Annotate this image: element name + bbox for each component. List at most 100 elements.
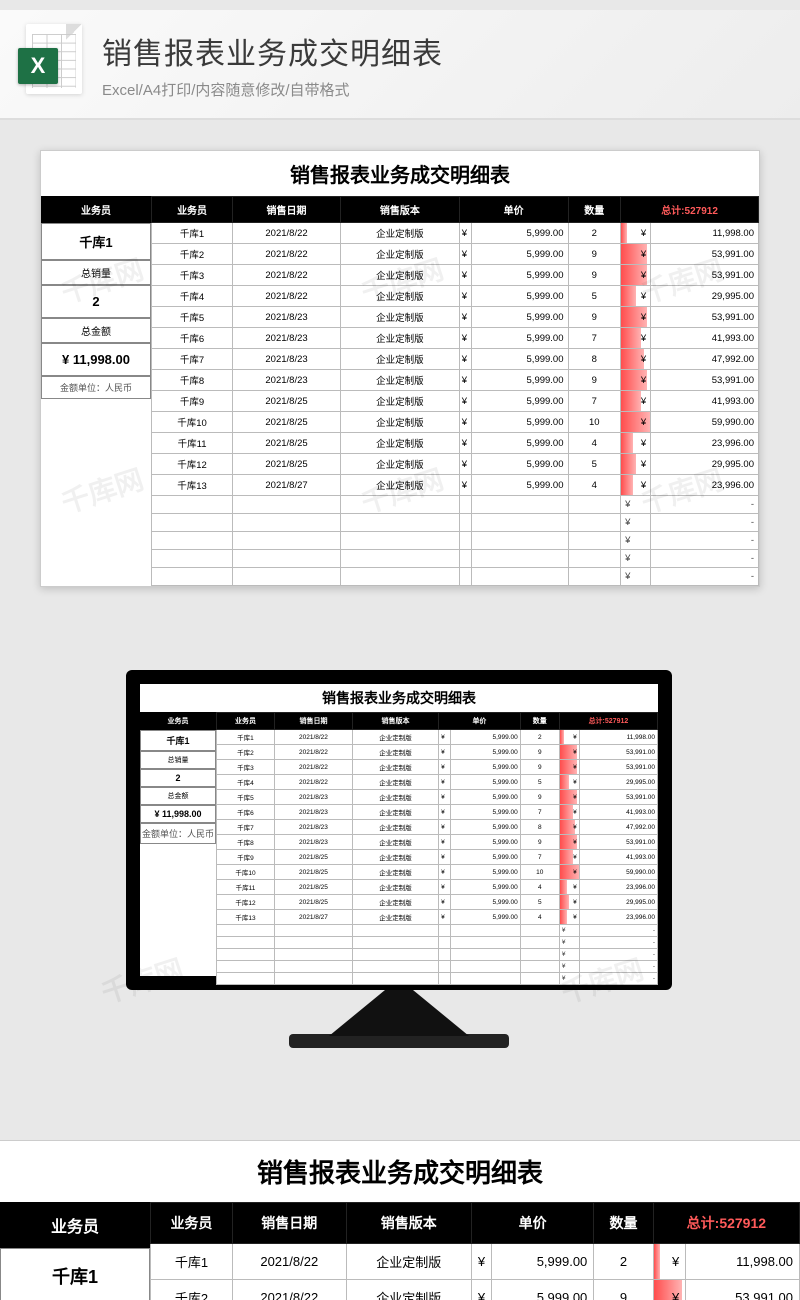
table-row[interactable]: 千库132021/8/27企业定制版¥5,999.004¥23,996.00 xyxy=(217,910,658,925)
table-row[interactable]: 千库52021/8/23企业定制版¥5,999.009¥53,991.00 xyxy=(152,307,759,328)
selected-rep[interactable]: 千库1 xyxy=(140,730,216,751)
excel-file-icon: X xyxy=(18,24,88,104)
col-header: 销售版本 xyxy=(346,1203,471,1244)
cell-qty: 2 xyxy=(520,730,559,745)
table-row[interactable]: 千库92021/8/25企业定制版¥5,999.007¥41,993.00 xyxy=(152,391,759,412)
cell-version: 企业定制版 xyxy=(340,370,459,391)
yen-symbol: ¥ xyxy=(459,265,471,286)
cell-price: 5,999.00 xyxy=(471,412,568,433)
cell-amount-value: 53,991.00 xyxy=(686,1280,800,1300)
cell-date: 2021/8/22 xyxy=(233,223,341,244)
cell-amount: ¥ xyxy=(559,865,579,880)
cell-version: 企业定制版 xyxy=(352,835,438,850)
table-row[interactable]: 千库112021/8/25企业定制版¥5,999.004¥23,996.00 xyxy=(217,880,658,895)
cell-rep: 千库11 xyxy=(152,433,233,454)
table-row[interactable]: 千库12021/8/22企业定制版¥5,999.002¥11,998.00 xyxy=(151,1244,800,1280)
sidebar-header: 业务员 xyxy=(41,196,151,223)
cell-version: 企业定制版 xyxy=(340,286,459,307)
selected-rep[interactable]: 千库1 xyxy=(0,1248,150,1300)
col-header: 业务员 xyxy=(152,197,233,223)
table-row-empty: ¥- xyxy=(217,925,658,937)
yen-symbol: ¥ xyxy=(459,370,471,391)
cell-qty: 8 xyxy=(568,349,621,370)
table-row[interactable]: 千库52021/8/23企业定制版¥5,999.009¥53,991.00 xyxy=(217,790,658,805)
table-row[interactable]: 千库82021/8/23企业定制版¥5,999.009¥53,991.00 xyxy=(152,370,759,391)
table-row[interactable]: 千库22021/8/22企业定制版¥5,999.009¥53,991.00 xyxy=(152,244,759,265)
cell-date: 2021/8/25 xyxy=(274,865,352,880)
col-header: 业务员 xyxy=(217,713,275,730)
cell-date: 2021/8/25 xyxy=(274,895,352,910)
yen-symbol: ¥ xyxy=(459,475,471,496)
table-row[interactable]: 千库122021/8/25企业定制版¥5,999.005¥29,995.00 xyxy=(217,895,658,910)
table-row[interactable]: 千库132021/8/27企业定制版¥5,999.004¥23,996.00 xyxy=(152,475,759,496)
cell-price: 5,999.00 xyxy=(471,223,568,244)
total-qty-value: 2 xyxy=(41,285,151,318)
cell-amount: ¥ xyxy=(653,1280,685,1300)
cell-rep: 千库13 xyxy=(217,910,275,925)
col-header: 业务员 xyxy=(151,1203,233,1244)
table-row-empty: ¥- xyxy=(152,568,759,586)
table-row[interactable]: 千库12021/8/22企业定制版¥5,999.002¥11,998.00 xyxy=(152,223,759,244)
cell-qty: 4 xyxy=(568,475,621,496)
cell-price: 5,999.00 xyxy=(471,454,568,475)
cell-rep: 千库12 xyxy=(152,454,233,475)
cell-amount-value: 23,996.00 xyxy=(579,880,657,895)
total-header: 总计:527912 xyxy=(559,713,657,730)
table-row[interactable]: 千库112021/8/25企业定制版¥5,999.004¥23,996.00 xyxy=(152,433,759,454)
cell-rep: 千库5 xyxy=(152,307,233,328)
table-row[interactable]: 千库42021/8/22企业定制版¥5,999.005¥29,995.00 xyxy=(152,286,759,307)
sidebar-header: 业务员 xyxy=(140,712,216,730)
total-qty-label: 总销量 xyxy=(140,751,216,769)
cell-amount-value: 29,995.00 xyxy=(651,454,759,475)
table-row-empty: ¥- xyxy=(152,496,759,514)
table-row[interactable]: 千库62021/8/23企业定制版¥5,999.007¥41,993.00 xyxy=(217,805,658,820)
cell-amount-value: 23,996.00 xyxy=(651,475,759,496)
spreadsheet-preview-top: 销售报表业务成交明细表业务员千库1总销量2总金额¥ 11,998.00金额单位：… xyxy=(40,150,760,587)
cell-qty: 5 xyxy=(568,286,621,307)
cell-amount-value: 53,991.00 xyxy=(651,244,759,265)
cell-qty: 7 xyxy=(520,805,559,820)
table-row[interactable]: 千库32021/8/22企业定制版¥5,999.009¥53,991.00 xyxy=(217,760,658,775)
yen-symbol: ¥ xyxy=(439,910,451,925)
cell-version: 企业定制版 xyxy=(352,910,438,925)
table-row[interactable]: 千库92021/8/25企业定制版¥5,999.007¥41,993.00 xyxy=(217,850,658,865)
table-row[interactable]: 千库42021/8/22企业定制版¥5,999.005¥29,995.00 xyxy=(217,775,658,790)
cell-price: 5,999.00 xyxy=(451,850,521,865)
cell-amount: ¥ xyxy=(621,370,651,391)
table-row[interactable]: 千库22021/8/22企业定制版¥5,999.009¥53,991.00 xyxy=(151,1280,800,1300)
cell-date: 2021/8/23 xyxy=(274,790,352,805)
cell-date: 2021/8/22 xyxy=(232,1244,346,1280)
table-row[interactable]: 千库72021/8/23企业定制版¥5,999.008¥47,992.00 xyxy=(152,349,759,370)
table-row[interactable]: 千库72021/8/23企业定制版¥5,999.008¥47,992.00 xyxy=(217,820,658,835)
table-row[interactable]: 千库122021/8/25企业定制版¥5,999.005¥29,995.00 xyxy=(152,454,759,475)
col-header: 销售版本 xyxy=(340,197,459,223)
total-amt-value: ¥ 11,998.00 xyxy=(41,343,151,376)
col-header: 数量 xyxy=(594,1203,653,1244)
table-row[interactable]: 千库102021/8/25企业定制版¥5,999.0010¥59,990.00 xyxy=(217,865,658,880)
yen-symbol: ¥ xyxy=(459,244,471,265)
table-row[interactable]: 千库32021/8/22企业定制版¥5,999.009¥53,991.00 xyxy=(152,265,759,286)
cell-qty: 9 xyxy=(520,760,559,775)
cell-amount: ¥ xyxy=(559,910,579,925)
cell-amount-value: 59,990.00 xyxy=(651,412,759,433)
table-row[interactable]: 千库22021/8/22企业定制版¥5,999.009¥53,991.00 xyxy=(217,745,658,760)
cell-rep: 千库3 xyxy=(217,760,275,775)
table-row[interactable]: 千库102021/8/25企业定制版¥5,999.0010¥59,990.00 xyxy=(152,412,759,433)
detail-table: 业务员销售日期销售版本单价数量总计:527912千库12021/8/22企业定制… xyxy=(151,196,759,586)
total-header: 总计:527912 xyxy=(621,197,759,223)
cell-rep: 千库10 xyxy=(152,412,233,433)
cell-amount: ¥ xyxy=(621,286,651,307)
cell-rep: 千库6 xyxy=(217,805,275,820)
cell-qty: 7 xyxy=(568,328,621,349)
cell-amount-value: 11,998.00 xyxy=(579,730,657,745)
cell-version: 企业定制版 xyxy=(340,433,459,454)
cell-date: 2021/8/27 xyxy=(233,475,341,496)
table-row[interactable]: 千库12021/8/22企业定制版¥5,999.002¥11,998.00 xyxy=(217,730,658,745)
cell-date: 2021/8/23 xyxy=(233,349,341,370)
table-row[interactable]: 千库82021/8/23企业定制版¥5,999.009¥53,991.00 xyxy=(217,835,658,850)
cell-date: 2021/8/25 xyxy=(274,880,352,895)
table-row[interactable]: 千库62021/8/23企业定制版¥5,999.007¥41,993.00 xyxy=(152,328,759,349)
selected-rep[interactable]: 千库1 xyxy=(41,223,151,260)
cell-amount-value: 41,993.00 xyxy=(651,328,759,349)
cell-qty: 9 xyxy=(568,265,621,286)
